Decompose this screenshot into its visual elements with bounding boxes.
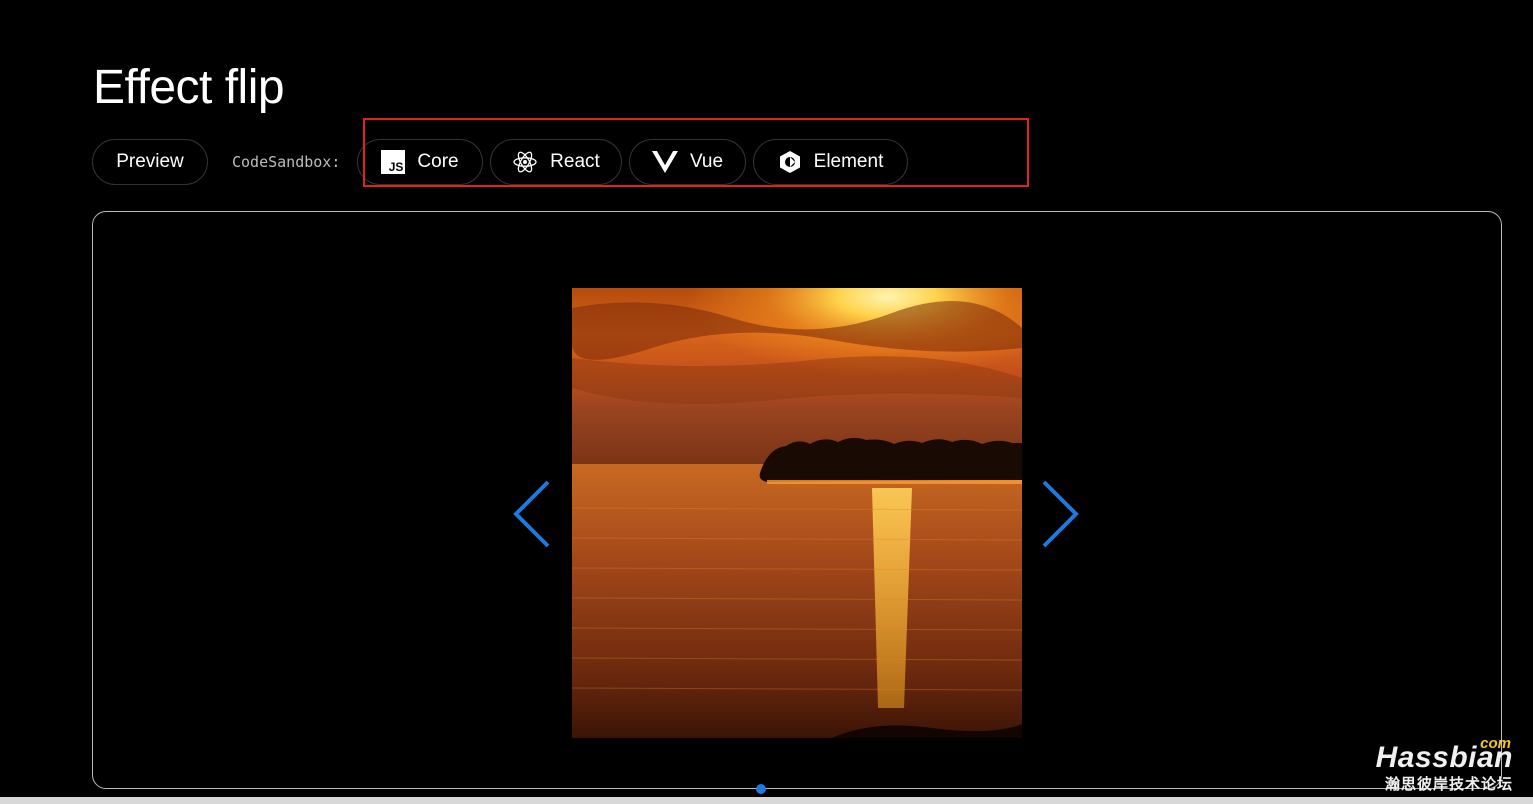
watermark-com: com: [1480, 735, 1511, 752]
chevron-left-icon: [513, 480, 550, 548]
codesandbox-element-button[interactable]: Element: [753, 139, 908, 185]
core-label: Core: [417, 151, 459, 172]
vue-icon: [651, 151, 678, 173]
codesandbox-label: CodeSandbox:: [232, 153, 341, 171]
watermark-subtitle: 瀚思彼岸技术论坛: [1384, 776, 1513, 793]
preview-button-label: Preview: [116, 151, 184, 172]
codesandbox-vue-button[interactable]: Vue: [629, 139, 746, 185]
element-icon: [779, 151, 800, 173]
slide-image: [572, 288, 1022, 738]
preview-button[interactable]: Preview: [92, 139, 208, 185]
react-label: React: [550, 151, 600, 172]
chevron-right-icon: [1042, 480, 1079, 548]
pagination-bullet[interactable]: [756, 784, 766, 794]
page-title: Effect flip: [93, 61, 285, 114]
codesandbox-react-button[interactable]: React: [490, 139, 622, 185]
prev-slide-button[interactable]: [512, 478, 552, 550]
codesandbox-core-button[interactable]: JS Core: [357, 139, 483, 185]
react-icon: [513, 151, 537, 173]
vue-label: Vue: [689, 151, 724, 172]
js-icon: JS: [381, 150, 406, 174]
next-slide-button[interactable]: [1040, 478, 1080, 550]
element-label: Element: [813, 151, 884, 172]
watermark-logo: com Hassbian 瀚思彼岸技术论坛: [1376, 735, 1513, 795]
bottom-scrollbar: [0, 797, 1533, 804]
